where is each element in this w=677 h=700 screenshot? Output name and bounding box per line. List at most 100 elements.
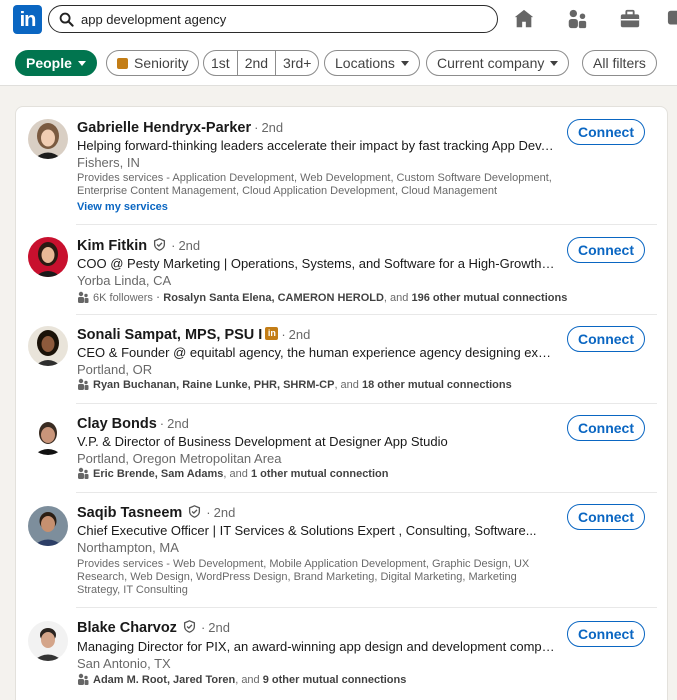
- avatar[interactable]: [28, 237, 68, 277]
- chevron-down-icon: [550, 60, 559, 66]
- result-divider: [76, 314, 657, 315]
- connection-degree: 2nd: [288, 327, 311, 342]
- avatar[interactable]: [28, 506, 68, 546]
- connect-button[interactable]: Connect: [567, 237, 645, 263]
- profile-headline: COO @ Pesty Marketing | Operations, Syst…: [77, 256, 557, 271]
- degree-filter-3rd[interactable]: 3rd+: [276, 51, 318, 75]
- connection-degree: 2nd: [178, 238, 201, 253]
- current-company-filter-dropdown[interactable]: Current company: [426, 50, 570, 76]
- chevron-down-icon: [400, 60, 409, 66]
- mutual-joiner: , and: [223, 468, 251, 480]
- mutual-count: 18 other mutual connections: [361, 379, 512, 391]
- profile-name-link[interactable]: Saqib Tasneem: [77, 505, 182, 521]
- verified-icon: [183, 620, 195, 634]
- search-input[interactable]: [81, 10, 481, 29]
- connect-button[interactable]: Connect: [567, 504, 645, 530]
- connection-degree: 2nd: [208, 620, 230, 635]
- top-navigation-bar: in: [0, 0, 677, 40]
- home-icon[interactable]: [512, 8, 536, 30]
- search-box[interactable]: [48, 5, 498, 33]
- profile-name-link[interactable]: Gabrielle Hendryx-Parker: [77, 120, 251, 136]
- seniority-filter-button[interactable]: Seniority: [106, 50, 200, 76]
- avatar[interactable]: [28, 415, 68, 455]
- mutual-names: Rosalyn Santa Elena, CAMERON HEROLD: [163, 292, 384, 304]
- result-divider: [76, 607, 657, 608]
- current-company-filter-label: Current company: [437, 55, 545, 71]
- my-network-icon[interactable]: [565, 8, 589, 30]
- connect-button[interactable]: Connect: [567, 621, 645, 647]
- locations-filter-label: Locations: [335, 55, 395, 71]
- mutual-count: 196 other mutual connections: [411, 292, 568, 304]
- result-divider: [76, 224, 657, 225]
- mutual-names: Ryan Buchanan, Raine Lunke, PHR, SHRM-CP: [93, 379, 335, 391]
- connect-button[interactable]: Connect: [567, 119, 645, 145]
- verified-icon: [189, 505, 201, 519]
- profile-location: Portland, OR: [77, 362, 153, 377]
- premium-badge-icon: in: [265, 327, 279, 341]
- connection-degree: 2nd: [261, 120, 284, 135]
- profile-headline: V.P. & Director of Business Development …: [77, 434, 448, 449]
- mutual-connections-insight[interactable]: Adam M. Root, Jared Toren, and 9 other m…: [77, 673, 407, 687]
- profile-location: Fishers, IN: [77, 155, 140, 170]
- mutual-joiner: , and: [383, 292, 412, 304]
- avatar[interactable]: [28, 326, 68, 366]
- verified-icon: [154, 238, 166, 252]
- profile-location: Yorba Linda, CA: [77, 273, 172, 288]
- profile-headline: Chief Executive Officer | IT Services & …: [77, 523, 537, 538]
- locations-filter-dropdown[interactable]: Locations: [324, 50, 420, 76]
- degree-filter-1st[interactable]: 1st: [204, 51, 238, 75]
- result-name-line: Blake Charvoz · 2nd: [77, 620, 230, 636]
- all-filters-button[interactable]: All filters: [582, 50, 657, 76]
- result-divider: [76, 403, 657, 404]
- connect-button[interactable]: Connect: [567, 326, 645, 352]
- connect-button[interactable]: Connect: [567, 415, 645, 441]
- profile-location: Northampton, MA: [77, 540, 179, 555]
- mutual-joiner: , and: [334, 379, 362, 391]
- profile-headline: CEO & Founder @ equitabl agency, the hum…: [77, 345, 557, 360]
- seniority-filter-label: Seniority: [134, 55, 189, 71]
- messaging-icon[interactable]: [666, 8, 677, 30]
- search-icon: [59, 12, 74, 27]
- mutual-joiner: , and: [235, 674, 263, 686]
- services-summary: Provides services - Web Development, Mob…: [77, 558, 530, 596]
- people-icon: [78, 378, 89, 391]
- people-icon: [78, 467, 89, 480]
- mutual-names: Adam M. Root, Jared Toren: [93, 674, 236, 686]
- linkedin-logo[interactable]: in: [13, 5, 42, 34]
- result-name-line: Saqib Tasneem · 2nd: [77, 505, 236, 521]
- result-divider: [76, 492, 657, 493]
- jobs-icon[interactable]: [618, 8, 642, 30]
- people-filter-label: People: [26, 55, 72, 71]
- profile-headline: Managing Director for PIX, an award-winn…: [77, 639, 557, 654]
- connection-degree: 2nd: [213, 505, 236, 520]
- profile-name-link[interactable]: Kim Fitkin: [77, 238, 147, 254]
- profile-location: San Antonio, TX: [77, 656, 171, 671]
- premium-icon: [117, 57, 128, 69]
- mutual-count: 1 other mutual connection: [250, 468, 389, 480]
- profile-name-link[interactable]: Blake Charvoz: [77, 620, 177, 636]
- people-icon: [78, 673, 89, 686]
- chevron-down-icon: [77, 60, 86, 66]
- connection-degree: 2nd: [167, 416, 189, 431]
- people-icon: [78, 291, 89, 304]
- view-services-link[interactable]: View my services: [77, 201, 168, 214]
- mutual-connections-insight[interactable]: Eric Brende, Sam Adams, and 1 other mutu…: [77, 467, 389, 481]
- profile-name-link[interactable]: Clay Bonds: [77, 416, 157, 432]
- all-filters-label: All filters: [593, 55, 646, 71]
- mutual-names: Eric Brende, Sam Adams: [93, 468, 224, 480]
- mutual-connections-insight[interactable]: Ryan Buchanan, Raine Lunke, PHR, SHRM-CP…: [77, 378, 512, 392]
- mutual-connections-insight[interactable]: 6K followers · Rosalyn Santa Elena, CAMERO…: [77, 290, 567, 305]
- profile-name-link[interactable]: Sonali Sampat, MPS, PSU I: [77, 327, 262, 343]
- profile-headline: Helping forward-thinking leaders acceler…: [77, 138, 557, 153]
- mutual-count: 9 other mutual connections: [262, 674, 407, 686]
- result-name-line: Sonali Sampat, MPS, PSU Iin · 2nd: [77, 327, 311, 343]
- result-name-line: Kim Fitkin · 2nd: [77, 238, 201, 254]
- profile-location: Portland, Oregon Metropolitan Area: [77, 451, 282, 466]
- people-filter-dropdown[interactable]: People: [15, 50, 97, 76]
- avatar[interactable]: [28, 119, 68, 159]
- services-summary: Provides services - Application Developm…: [77, 172, 552, 197]
- result-name-line: Gabrielle Hendryx-Parker · 2nd: [77, 120, 284, 136]
- result-name-line: Clay Bonds · 2nd: [77, 416, 189, 432]
- degree-filter-2nd[interactable]: 2nd: [238, 51, 277, 75]
- avatar[interactable]: [28, 621, 68, 661]
